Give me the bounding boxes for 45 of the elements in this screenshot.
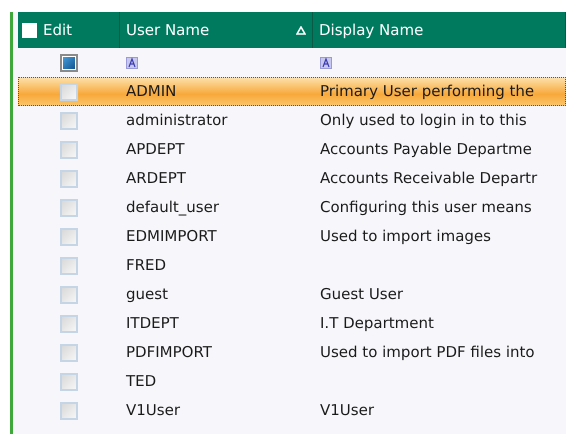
table-cell: ITDEPT: [126, 314, 179, 332]
table-row[interactable]: ADMIN Primary User performing the: [18, 77, 566, 106]
table-cell: Guest User: [320, 285, 404, 304]
text-filter-icon[interactable]: [126, 56, 138, 68]
column-header-label: User Name: [126, 20, 210, 41]
table-cell: ADMIN: [126, 82, 176, 100]
table-row[interactable]: ARDEPT Accounts Receivable Departr: [18, 164, 566, 193]
column-header[interactable]: Display Name: [313, 12, 566, 48]
table-cell: Used to import PDF files into: [320, 343, 535, 362]
column-header-label: Display Name: [319, 20, 424, 41]
table-cell: I.T Department: [320, 314, 434, 332]
table-row[interactable]: EDMIMPORT Used to import images: [18, 222, 566, 251]
table-cell: V1User: [126, 401, 180, 420]
select-all-checkbox[interactable]: [22, 22, 37, 38]
table-cell: Primary User performing the: [320, 82, 534, 100]
table-cell: Accounts Receivable Departr: [320, 169, 538, 188]
column-header-label: Edit: [43, 20, 72, 41]
table-row[interactable]: FRED: [18, 251, 566, 280]
checkbox[interactable]: [60, 54, 78, 72]
table-cell: FRED: [126, 256, 166, 274]
table-cell: Accounts Payable Departme: [320, 140, 532, 158]
text-filter-icon[interactable]: [320, 56, 332, 68]
table-cell: ARDEPT: [126, 169, 186, 188]
table-cell: Used to import images: [320, 227, 491, 246]
table-cell: APDEPT: [126, 140, 185, 158]
table-cell: administrator: [126, 111, 228, 130]
column-header[interactable]: Edit: [18, 12, 120, 48]
table-row[interactable]: PDFIMPORT Used to import PDF files into: [18, 338, 566, 367]
table-cell: Only used to login in to this: [320, 111, 527, 130]
table-row[interactable]: V1User V1User: [18, 396, 566, 425]
table-row[interactable]: administrator Only used to login in to this: [18, 106, 566, 135]
table-row[interactable]: default_user Configuring this user means: [18, 193, 566, 222]
table-row[interactable]: APDEPT Accounts Payable Departme: [18, 135, 566, 164]
table-cell: PDFIMPORT: [126, 343, 212, 362]
table-cell: TED: [126, 372, 156, 390]
table-cell: Configuring this user means: [320, 198, 532, 216]
table-cell: default_user: [126, 198, 219, 216]
column-header[interactable]: User Name: [120, 12, 313, 48]
table-row[interactable]: ITDEPT I.T Department: [18, 309, 566, 338]
sort-ascending-icon[interactable]: [296, 26, 306, 34]
table-row[interactable]: guest Guest User: [18, 280, 566, 309]
table-cell: guest: [126, 285, 168, 304]
table-row[interactable]: TED: [18, 367, 566, 396]
table-cell: V1User: [320, 401, 374, 420]
table-cell: EDMIMPORT: [126, 227, 217, 246]
